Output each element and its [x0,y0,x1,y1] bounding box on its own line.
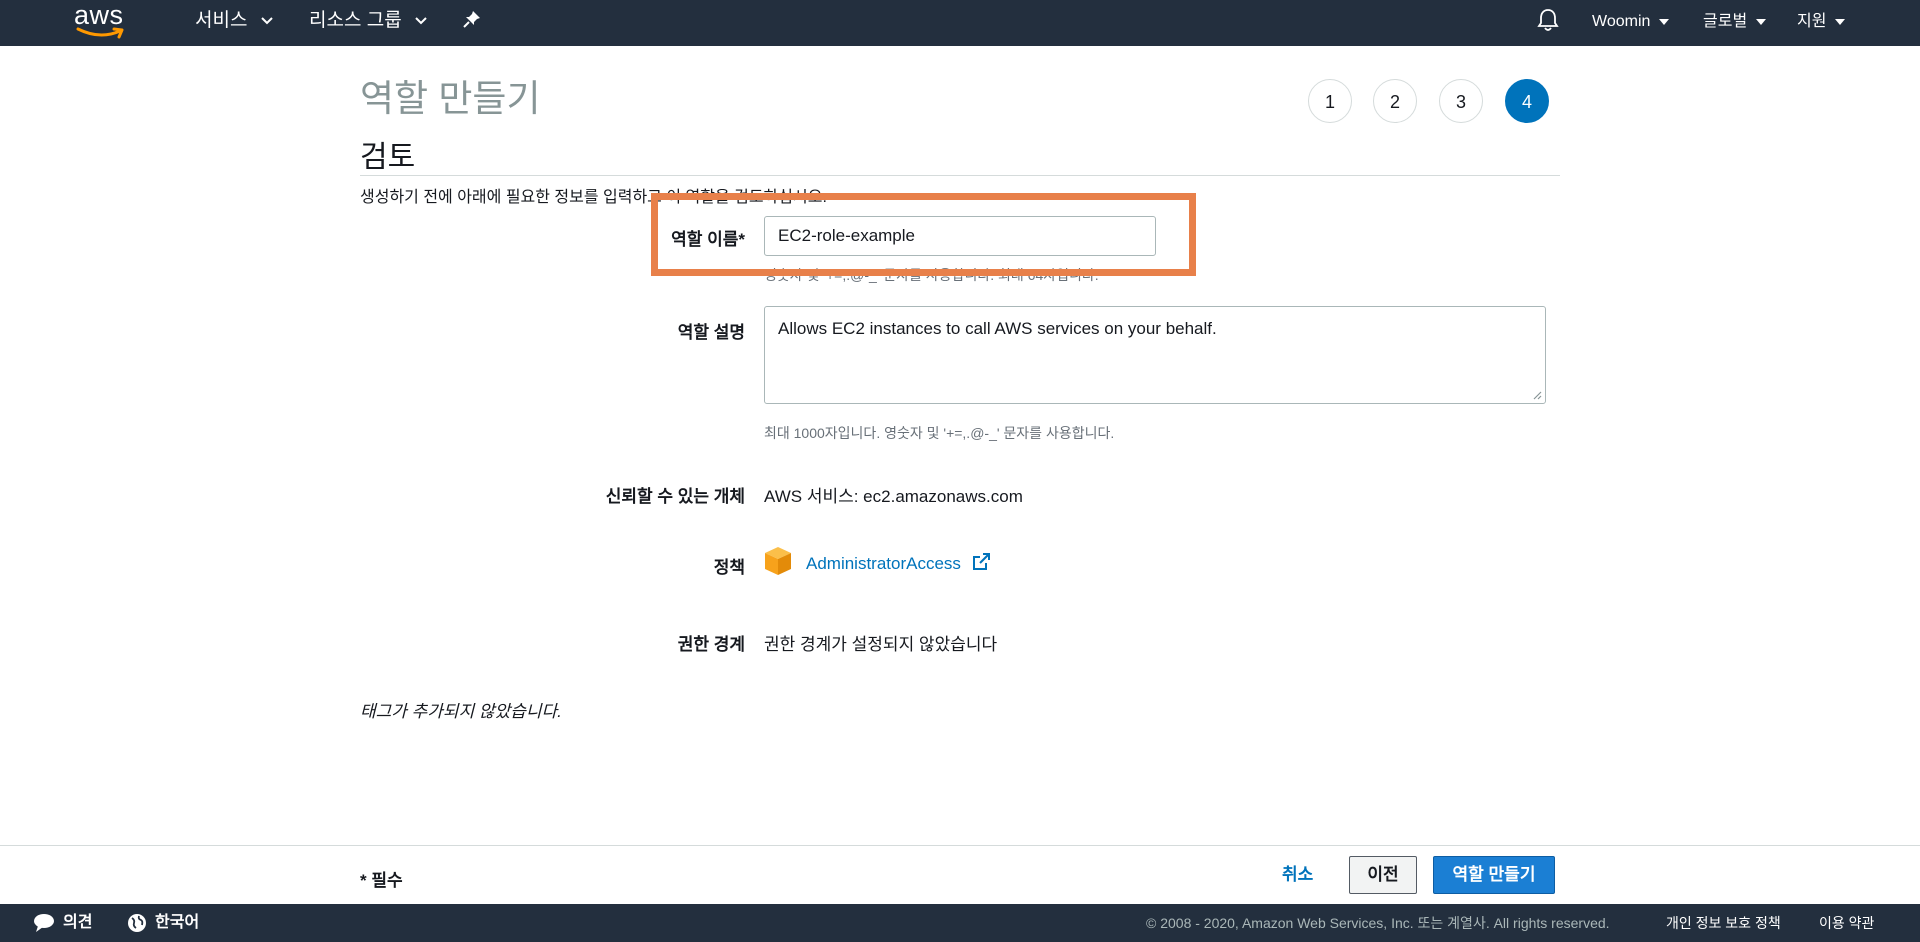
account-menu[interactable]: Woomin [1592,0,1670,46]
speech-bubble-icon [34,913,54,932]
wizard-step-2[interactable]: 2 [1373,79,1417,123]
language-selector[interactable]: 한국어 [127,904,199,942]
trusted-entities-value: AWS 서비스: ec2.amazonaws.com [764,487,1023,506]
language-label: 한국어 [155,914,200,931]
trusted-entities-label: 신뢰할 수 있는 개체 [605,487,745,506]
policies-label: 정책 [713,558,745,577]
aws-logo[interactable]: aws [74,0,128,42]
chevron-down-icon [261,17,273,25]
resource-groups-menu-label: 리소스 그룹 [309,10,402,31]
pin-button[interactable] [463,0,481,46]
required-note: * 필수 [360,871,403,890]
region-menu-label: 글로벌 [1703,13,1748,30]
account-menu-label: Woomin [1592,13,1651,30]
copyright-text: © 2008 - 2020, Amazon Web Services, Inc.… [1146,915,1610,931]
resource-groups-menu[interactable]: 리소스 그룹 [309,0,427,46]
wizard-step-4-active[interactable]: 4 [1505,79,1549,123]
caret-down-icon [1756,18,1767,25]
external-link-icon [972,553,990,570]
feedback-label: 의견 [63,914,93,931]
notifications-button[interactable] [1537,0,1559,46]
support-menu[interactable]: 지원 [1797,0,1846,46]
bell-icon [1537,8,1559,31]
feedback-button[interactable]: 의견 [33,904,92,942]
page-title: 역할 만들기 [360,78,541,119]
previous-button[interactable]: 이전 [1349,856,1417,894]
role-description-hint: 최대 1000자입니다. 영숫자 및 '+=,.@-_' 문자를 사용합니다. [764,425,1115,441]
aws-smile-icon [76,27,124,39]
pushpin-icon [463,10,480,28]
caret-down-icon [1835,18,1846,25]
role-description-label: 역할 설명 [677,323,745,342]
console-footer: 의견 한국어 © 2008 - 2020, Amazon Web Service… [0,904,1920,942]
caret-down-icon [1659,18,1670,25]
resize-handle-icon[interactable] [1532,390,1542,400]
wizard-step-1[interactable]: 1 [1308,79,1352,123]
support-menu-label: 지원 [1797,13,1827,30]
wizard-action-bar: * 필수 취소 이전 역할 만들기 [0,845,1920,904]
permissions-boundary-value: 권한 경계가 설정되지 않았습니다 [764,635,998,654]
create-role-button[interactable]: 역할 만들기 [1433,856,1555,894]
policy-cube-icon [765,547,791,575]
wizard-step-3[interactable]: 3 [1439,79,1483,123]
policy-link-label: AdministratorAccess [806,554,961,573]
privacy-policy-link[interactable]: 개인 정보 보호 정책 [1666,904,1781,942]
tags-note: 태그가 추가되지 않았습니다. [360,702,562,721]
policy-link-administratoraccess[interactable]: AdministratorAccess [806,553,990,574]
section-divider [360,175,1560,176]
terms-of-use-link[interactable]: 이용 약관 [1819,904,1874,942]
region-menu[interactable]: 글로벌 [1703,0,1767,46]
services-menu[interactable]: 서비스 [195,0,273,46]
permissions-boundary-label: 권한 경계 [677,635,745,654]
globe-icon [128,913,146,932]
role-description-textarea[interactable]: Allows EC2 instances to call AWS service… [764,306,1546,404]
top-navigation-bar: aws 서비스 리소스 그룹 Woomin 글로벌 지원 [0,0,1920,46]
section-title: 검토 [360,141,416,174]
chevron-down-icon [415,17,427,25]
cancel-button[interactable]: 취소 [1270,856,1325,894]
highlight-box [651,193,1196,276]
role-description-value: Allows EC2 instances to call AWS service… [778,319,1217,338]
services-menu-label: 서비스 [195,10,248,31]
